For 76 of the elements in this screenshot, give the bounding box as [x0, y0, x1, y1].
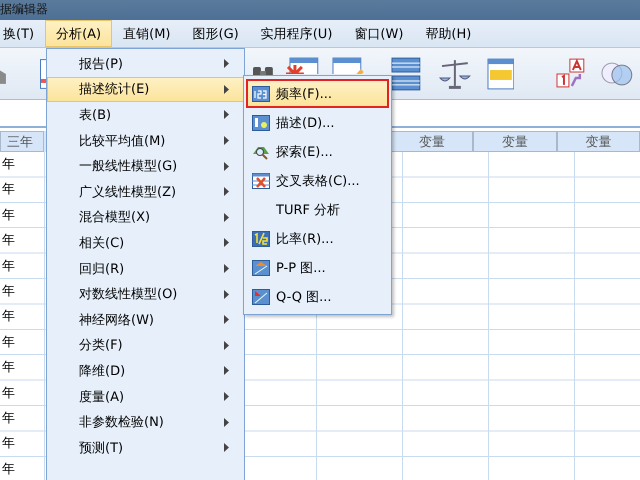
menu-item[interactable]: 比较平均值(M) — [47, 128, 244, 154]
submenu-arrow-icon — [224, 59, 229, 68]
table-icon[interactable] — [391, 56, 421, 90]
table-cell-text: 年 — [1, 258, 16, 276]
menu-item[interactable]: 描述统计(E) — [47, 76, 244, 102]
submenu-arrow-icon — [224, 315, 229, 324]
menu-item[interactable]: 相关(C) — [47, 230, 244, 256]
table-cell-text: 年 — [1, 410, 16, 428]
table-cell-text: 年 — [1, 359, 16, 378]
window-title: 据编辑器 — [0, 0, 640, 20]
table-cell-text: 年 — [1, 460, 16, 479]
menu-item[interactable]: 预测(T) — [47, 434, 244, 460]
table-star-icon[interactable] — [286, 57, 320, 74]
scales-icon[interactable] — [438, 58, 471, 90]
fraction-icon — [252, 230, 270, 246]
menu-item[interactable]: 分类(F) — [47, 332, 244, 358]
menu-item[interactable]: P-P 图... — [246, 253, 389, 282]
submenu-arrow-icon — [224, 238, 229, 248]
table-cell-text: 年 — [1, 282, 16, 301]
menu-item[interactable]: 回归(R) — [47, 256, 244, 282]
submenu-arrow-icon — [224, 443, 229, 452]
column-header[interactable]: 变量 — [556, 131, 640, 152]
submenu-arrow-icon — [224, 84, 229, 94]
menu-item[interactable]: 降维(D) — [47, 358, 244, 384]
menu-item[interactable]: 交叉表格(C)... — [246, 166, 389, 195]
submenu-arrow-icon — [224, 110, 229, 120]
menu-item[interactable]: 神经网络(W) — [47, 306, 244, 333]
column-header[interactable]: 变量 — [390, 131, 474, 152]
chart-icon — [252, 114, 270, 130]
menu-item[interactable]: 混合模型(X) — [47, 204, 244, 230]
menu-item[interactable]: 比率(R)... — [246, 224, 389, 253]
table-icon[interactable] — [486, 58, 514, 90]
column-header[interactable]: 三年 — [0, 131, 44, 152]
menu-item[interactable]: 对数线性模型(O) — [47, 281, 244, 307]
menu-item[interactable]: 探索(E)... — [246, 137, 389, 166]
menu-item[interactable]: 窗口(W) — [343, 20, 414, 47]
submenu-arrow-icon — [224, 187, 229, 196]
menu-item[interactable]: 广义线性模型(Z) — [47, 178, 244, 205]
menu-item[interactable]: 实用程序(U) — [250, 20, 344, 47]
menu-item[interactable]: Q-Q 图... — [246, 282, 389, 311]
menu-item[interactable]: 一般线性模型(G) — [47, 153, 244, 179]
table-pencil-icon[interactable] — [331, 57, 366, 74]
menu-item[interactable]: 帮助(H) — [414, 20, 482, 47]
table-cell-text: 年 — [1, 308, 16, 326]
menu-item[interactable]: 换(T) — [0, 20, 46, 47]
menu-item[interactable]: 表(B) — [47, 102, 244, 128]
submenu-arrow-icon — [224, 136, 229, 146]
table-cell-text: 年 — [1, 181, 16, 200]
table-cell-text: 年 — [1, 232, 16, 250]
submenu-arrow-icon — [224, 340, 229, 350]
submenu-arrow-icon — [224, 264, 229, 274]
table-cell-text: 年 — [1, 435, 16, 454]
table-icon — [252, 172, 270, 188]
submenu-arrow-icon — [224, 212, 229, 222]
submenu-arrow-icon — [224, 366, 229, 376]
table-icon — [252, 86, 270, 102]
submenu-arrow-icon — [224, 392, 229, 402]
menu-item[interactable]: 描述(D)... — [246, 108, 389, 137]
submenu-arrow-icon — [224, 418, 229, 427]
table-cell-text: 年 — [1, 206, 16, 225]
table-cell-text: 年 — [1, 334, 16, 352]
menu-item[interactable]: 度量(A) — [47, 384, 244, 410]
menu-item[interactable]: 图形(G) — [182, 20, 250, 47]
submenu-arrow-icon — [224, 290, 229, 299]
table-cell-text: 年 — [1, 384, 16, 403]
submenu-arrow-icon — [224, 162, 229, 171]
menu-item[interactable]: 报告(P) — [47, 51, 244, 77]
menu-item[interactable]: TURF 分析 — [246, 195, 389, 224]
menu-item[interactable]: 直销(M) — [112, 20, 182, 47]
menu-item[interactable]: 分析(A) — [45, 20, 112, 47]
column-header[interactable]: 变量 — [473, 131, 557, 152]
menu-item[interactable]: 频率(F)... — [246, 79, 389, 108]
plot-icon — [252, 260, 270, 276]
menu-item[interactable]: 非参数检验(N) — [47, 409, 244, 435]
table-cell-text: 年 — [1, 156, 16, 174]
plot-icon — [252, 288, 270, 304]
